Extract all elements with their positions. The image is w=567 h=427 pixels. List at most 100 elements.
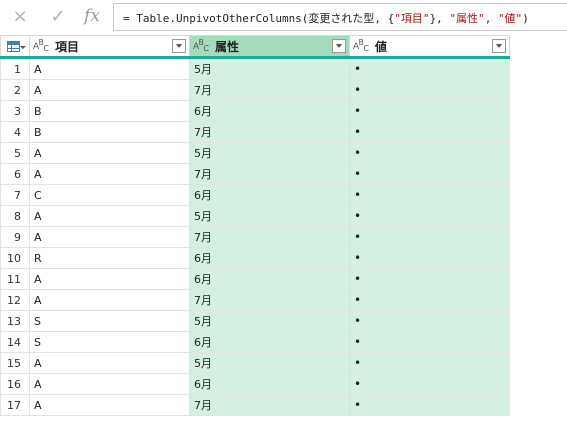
column-header-value[interactable]: ABC 値: [350, 35, 510, 56]
cell-item[interactable]: B: [30, 122, 190, 143]
cell-attribute[interactable]: 5月: [190, 311, 350, 332]
table-row[interactable]: 13 S 5月 •: [0, 311, 510, 332]
row-number: 15: [0, 353, 30, 374]
cell-attribute[interactable]: 6月: [190, 101, 350, 122]
row-number: 16: [0, 374, 30, 395]
column-header-item[interactable]: ABC 項目: [30, 35, 190, 56]
table-row[interactable]: 17 A 7月 •: [0, 395, 510, 416]
cell-value[interactable]: •: [350, 290, 510, 311]
cell-value[interactable]: •: [350, 227, 510, 248]
table-row[interactable]: 4 B 7月 •: [0, 122, 510, 143]
text-type-icon[interactable]: ABC: [33, 38, 51, 53]
table-icon: [6, 40, 20, 52]
cell-item[interactable]: A: [30, 374, 190, 395]
cell-attribute[interactable]: 5月: [190, 206, 350, 227]
cell-item[interactable]: A: [30, 290, 190, 311]
cancel-icon[interactable]: ×: [10, 6, 30, 27]
column-header-attribute[interactable]: ABC 属性: [190, 35, 350, 56]
formula-string: "値": [497, 12, 523, 25]
table-row[interactable]: 2 A 7月 •: [0, 80, 510, 101]
cell-item[interactable]: A: [30, 353, 190, 374]
cell-item[interactable]: B: [30, 101, 190, 122]
text-type-icon[interactable]: ABC: [193, 38, 211, 53]
cell-attribute[interactable]: 6月: [190, 185, 350, 206]
filter-dropdown-icon[interactable]: [332, 39, 346, 53]
table-row[interactable]: 15 A 5月 •: [0, 353, 510, 374]
cell-attribute[interactable]: 7月: [190, 395, 350, 416]
table-row[interactable]: 11 A 6月 •: [0, 269, 510, 290]
cell-value[interactable]: •: [350, 143, 510, 164]
row-number: 9: [0, 227, 30, 248]
cell-attribute[interactable]: 7月: [190, 290, 350, 311]
row-number: 2: [0, 80, 30, 101]
cell-item[interactable]: A: [30, 269, 190, 290]
cell-value[interactable]: •: [350, 59, 510, 80]
table-row[interactable]: 6 A 7月 •: [0, 164, 510, 185]
cell-item[interactable]: A: [30, 395, 190, 416]
fx-icon[interactable]: fx: [82, 6, 102, 26]
row-number: 17: [0, 395, 30, 416]
cell-value[interactable]: •: [350, 122, 510, 143]
cell-value[interactable]: •: [350, 395, 510, 416]
cell-attribute[interactable]: 7月: [190, 164, 350, 185]
cell-item[interactable]: A: [30, 206, 190, 227]
cell-value[interactable]: •: [350, 248, 510, 269]
caret-down-icon: [20, 46, 26, 49]
table-row[interactable]: 12 A 7月 •: [0, 290, 510, 311]
table-menu-button[interactable]: [0, 35, 30, 56]
cell-item[interactable]: A: [30, 80, 190, 101]
cell-item[interactable]: A: [30, 143, 190, 164]
formula-text: },: [429, 12, 450, 25]
confirm-icon[interactable]: ✓: [48, 6, 68, 27]
cell-attribute[interactable]: 6月: [190, 269, 350, 290]
cell-attribute[interactable]: 5月: [190, 59, 350, 80]
cell-item[interactable]: S: [30, 332, 190, 353]
cell-attribute[interactable]: 6月: [190, 332, 350, 353]
formula-string: "属性": [449, 12, 485, 25]
cell-attribute[interactable]: 6月: [190, 248, 350, 269]
cell-attribute[interactable]: 5月: [190, 353, 350, 374]
table-row[interactable]: 8 A 5月 •: [0, 206, 510, 227]
table-row[interactable]: 9 A 7月 •: [0, 227, 510, 248]
filter-dropdown-icon[interactable]: [492, 39, 506, 53]
cell-item[interactable]: R: [30, 248, 190, 269]
row-number: 11: [0, 269, 30, 290]
row-number: 7: [0, 185, 30, 206]
cell-attribute[interactable]: 7月: [190, 122, 350, 143]
row-number: 5: [0, 143, 30, 164]
grid-header: ABC 項目 ABC 属性 ABC 値: [0, 35, 510, 59]
table-row[interactable]: 1 A 5月 •: [0, 59, 510, 80]
table-row[interactable]: 16 A 6月 •: [0, 374, 510, 395]
cell-value[interactable]: •: [350, 332, 510, 353]
column-name: 属性: [215, 39, 240, 54]
text-type-icon[interactable]: ABC: [353, 38, 371, 53]
cell-value[interactable]: •: [350, 353, 510, 374]
table-row[interactable]: 7 C 6月 •: [0, 185, 510, 206]
cell-value[interactable]: •: [350, 311, 510, 332]
filter-dropdown-icon[interactable]: [172, 39, 186, 53]
cell-item[interactable]: C: [30, 185, 190, 206]
cell-attribute[interactable]: 5月: [190, 143, 350, 164]
formula-input[interactable]: = Table.UnpivotOtherColumns(変更された型, {"項目…: [113, 3, 567, 31]
row-number: 10: [0, 248, 30, 269]
table-row[interactable]: 5 A 5月 •: [0, 143, 510, 164]
cell-value[interactable]: •: [350, 185, 510, 206]
cell-value[interactable]: •: [350, 80, 510, 101]
cell-value[interactable]: •: [350, 374, 510, 395]
cell-value[interactable]: •: [350, 101, 510, 122]
cell-attribute[interactable]: 6月: [190, 374, 350, 395]
cell-value[interactable]: •: [350, 269, 510, 290]
row-number: 14: [0, 332, 30, 353]
cell-attribute[interactable]: 7月: [190, 227, 350, 248]
cell-item[interactable]: A: [30, 59, 190, 80]
cell-item[interactable]: A: [30, 227, 190, 248]
table-row[interactable]: 3 B 6月 •: [0, 101, 510, 122]
column-name: 項目: [55, 39, 80, 54]
cell-attribute[interactable]: 7月: [190, 80, 350, 101]
cell-value[interactable]: •: [350, 206, 510, 227]
table-row[interactable]: 10 R 6月 •: [0, 248, 510, 269]
table-row[interactable]: 14 S 6月 •: [0, 332, 510, 353]
cell-item[interactable]: S: [30, 311, 190, 332]
cell-item[interactable]: A: [30, 164, 190, 185]
cell-value[interactable]: •: [350, 164, 510, 185]
